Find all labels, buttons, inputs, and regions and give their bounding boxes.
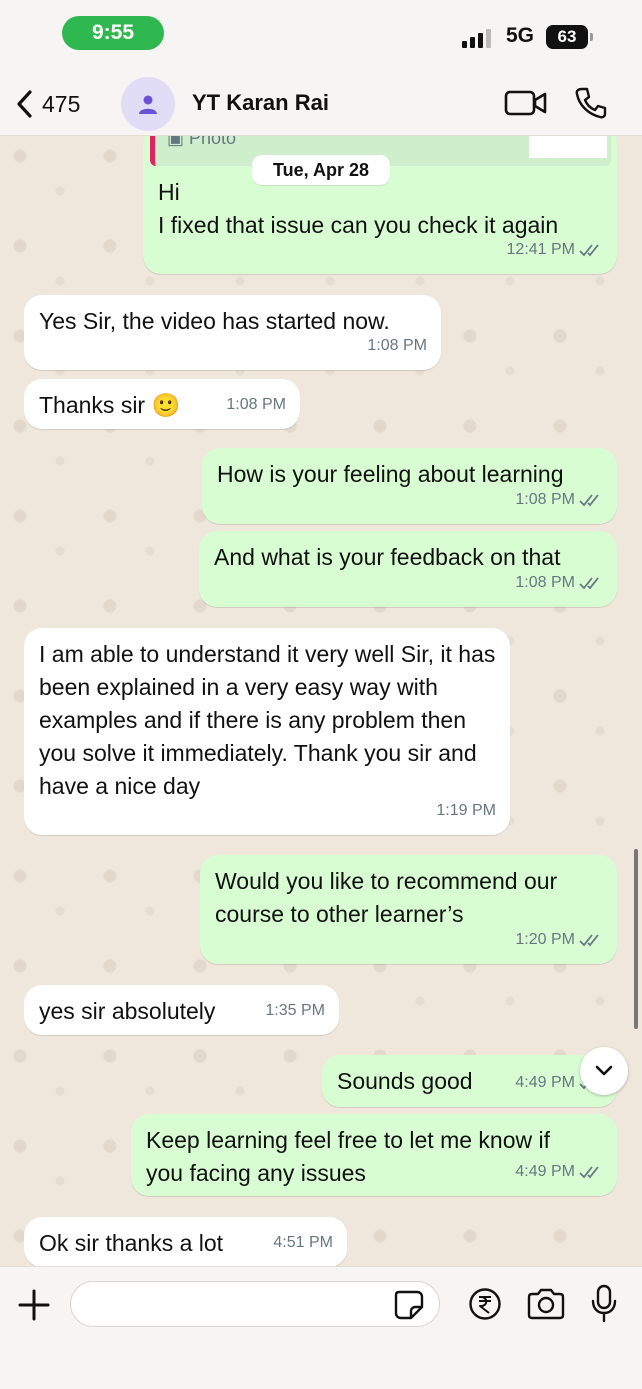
status-time: 9:55 (62, 16, 164, 50)
camera-icon[interactable] (526, 1287, 566, 1321)
input-bar (0, 1266, 642, 1389)
message-bubble-incoming[interactable]: Ok sir thanks a lot 4:51 PM (24, 1217, 347, 1266)
message-meta: 1:08 PM (515, 483, 603, 516)
date-chip: Tue, Apr 28 (252, 155, 390, 185)
message-bubble-outgoing[interactable]: And what is your feedback on that 1:08 P… (199, 531, 617, 607)
message-time: 1:35 PM (265, 1002, 325, 1019)
message-bubble-outgoing[interactable]: Sounds good 4:49 PM (322, 1055, 617, 1107)
message-time: 1:08 PM (226, 396, 286, 413)
double-check-icon (579, 576, 599, 589)
network-label: 5G (506, 24, 535, 47)
message-time: 1:08 PM (515, 574, 575, 591)
message-bubble-incoming[interactable]: Yes Sir, the video has started now. 1:08… (24, 295, 441, 370)
reply-label: Photo (189, 136, 237, 148)
message-time: 1:08 PM (515, 491, 575, 508)
message-time: 4:49 PM (515, 1074, 575, 1091)
message-bubble-outgoing[interactable]: How is your feeling about learning 1:08 … (202, 448, 617, 524)
message-text: I am able to understand it very well Sir… (39, 641, 496, 799)
battery-icon: 63 (546, 25, 588, 49)
reply-thumbnail (529, 136, 607, 158)
chevron-left-icon (17, 90, 32, 118)
message-text: Would you like to recommend our course t… (215, 868, 558, 927)
message-meta: 1:08 PM (367, 329, 427, 362)
message-meta: 4:51 PM (273, 1226, 333, 1259)
message-bubble-incoming[interactable]: yes sir absolutely 1:35 PM (24, 985, 339, 1035)
contact-name[interactable]: YT Karan Rai (192, 90, 329, 116)
message-bubble-incoming[interactable]: I am able to understand it very well Sir… (24, 628, 510, 835)
video-camera-icon[interactable] (504, 88, 548, 118)
message-time: 12:41 PM (506, 241, 575, 258)
double-check-icon (579, 243, 599, 256)
message-meta: 4:49 PM (515, 1155, 603, 1188)
message-time: 4:49 PM (515, 1163, 575, 1180)
unread-count: 475 (42, 90, 81, 117)
rupee-icon[interactable] (468, 1287, 502, 1321)
battery-tip (590, 33, 593, 41)
person-icon (139, 95, 157, 114)
double-check-icon (579, 1165, 599, 1178)
chevron-down-icon (595, 1065, 613, 1076)
message-time: 1:08 PM (367, 337, 427, 354)
message-time: 4:51 PM (273, 1234, 333, 1251)
message-bubble-outgoing[interactable]: Keep learning feel free to let me know i… (131, 1114, 617, 1196)
camera-icon: ▣ (167, 136, 190, 148)
avatar[interactable] (121, 77, 175, 131)
chat-header: 475 YT Karan Rai (0, 70, 642, 136)
message-bubble-incoming[interactable]: Thanks sir 🙂 1:08 PM (24, 379, 300, 429)
scrollbar[interactable] (634, 849, 638, 1029)
message-bubble-outgoing[interactable]: Would you like to recommend our course t… (200, 855, 617, 964)
message-meta: 1:08 PM (226, 388, 286, 421)
chat-area[interactable]: Hi I fixed that issue can you check it a… (0, 136, 642, 1266)
double-check-icon (579, 933, 599, 946)
message-meta: 1:20 PM (515, 923, 603, 956)
signal-icon (462, 28, 494, 48)
plus-icon[interactable] (16, 1287, 52, 1323)
sticker-icon[interactable] (393, 1289, 425, 1321)
microphone-icon[interactable] (589, 1284, 619, 1324)
message-time: 1:20 PM (515, 931, 575, 948)
message-meta: 1:19 PM (436, 794, 496, 827)
message-meta: 1:08 PM (515, 566, 603, 599)
phone-icon[interactable] (574, 86, 608, 120)
message-meta: 1:35 PM (265, 994, 325, 1027)
double-check-icon (579, 493, 599, 506)
back-button[interactable]: 475 (14, 84, 80, 124)
message-meta: 12:41 PM (507, 233, 603, 266)
message-input[interactable] (70, 1281, 440, 1327)
status-bar: 9:55 5G 63 (0, 0, 642, 70)
scroll-down-button[interactable] (580, 1047, 628, 1095)
message-time: 1:19 PM (436, 802, 496, 819)
